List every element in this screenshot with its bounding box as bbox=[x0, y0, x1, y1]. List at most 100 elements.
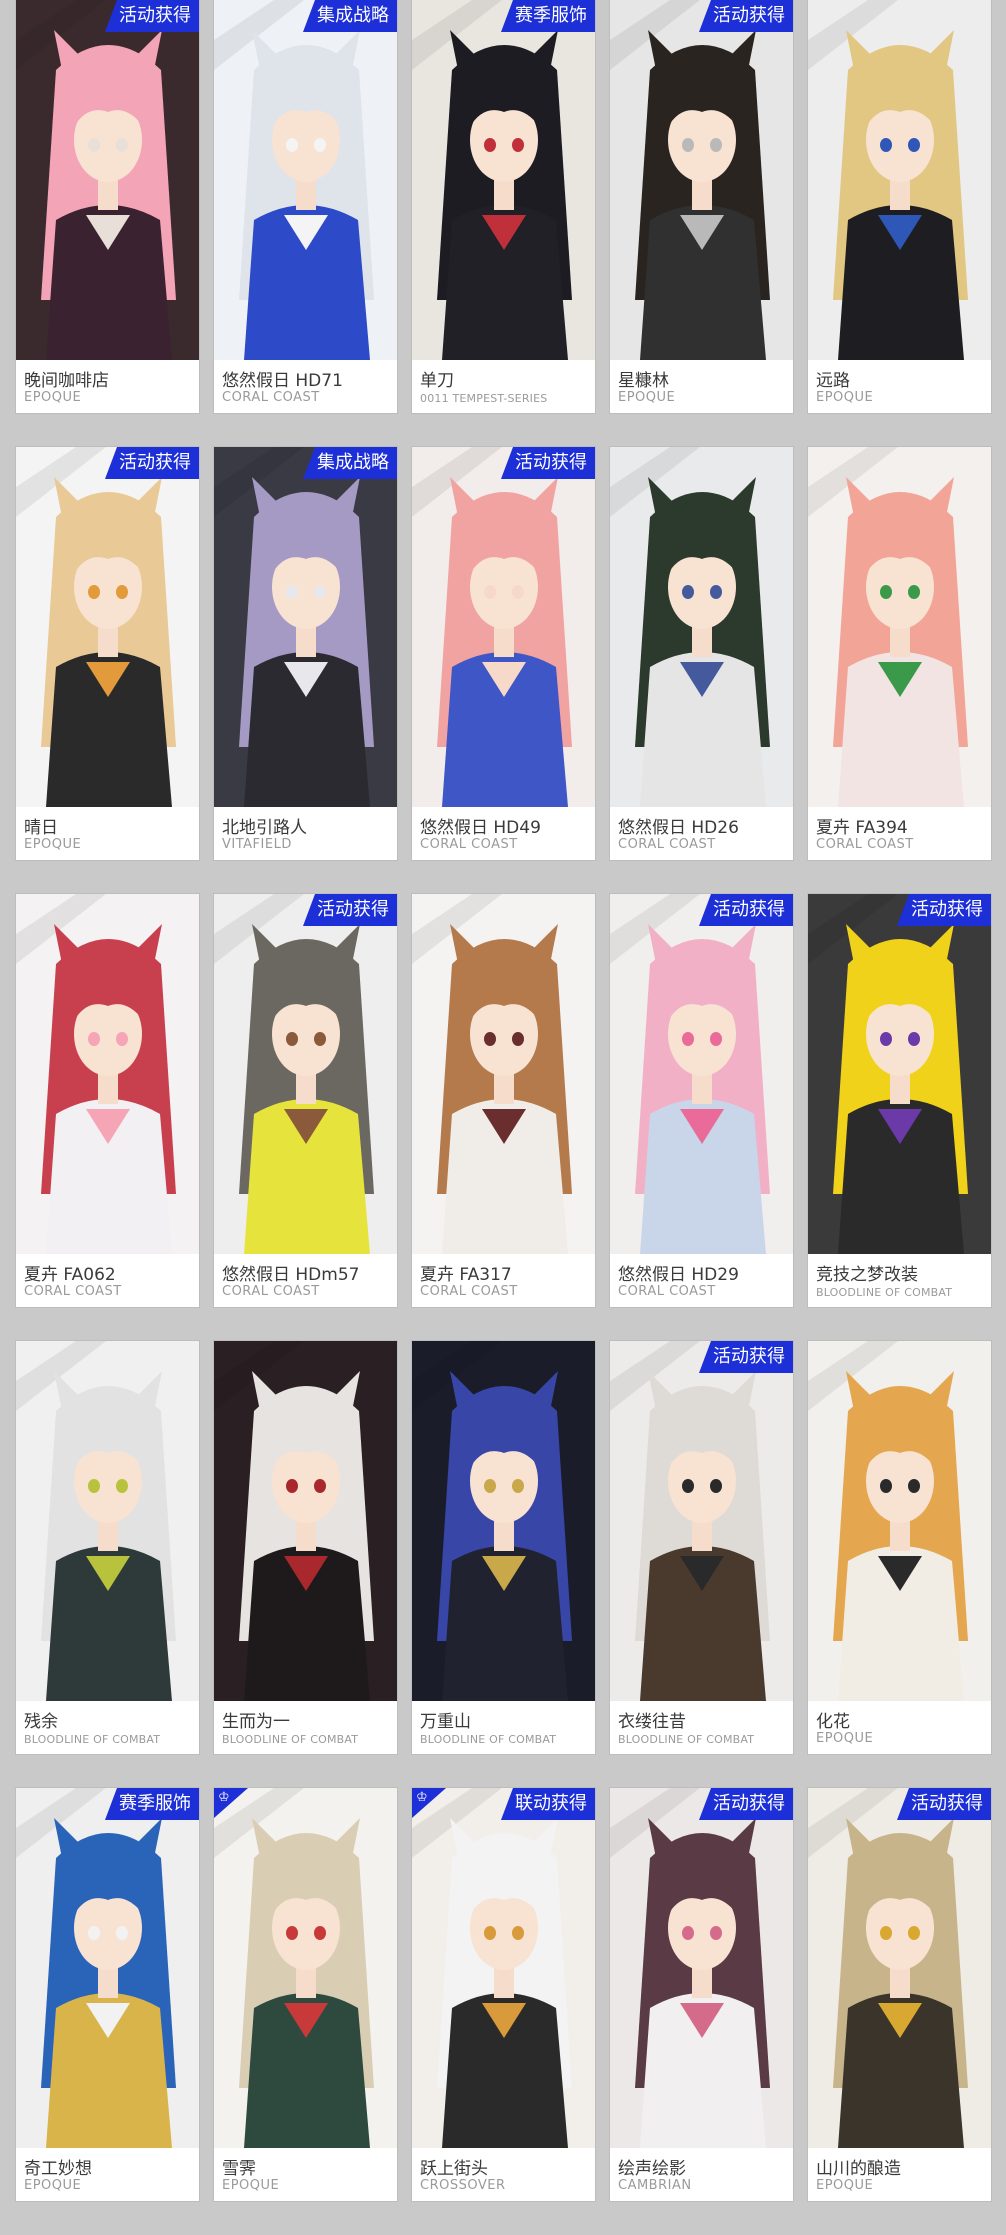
source-badge: 活动获得 bbox=[699, 894, 793, 926]
skin-name: 万重山 bbox=[420, 1712, 471, 1732]
skin-brand: EPOQUE bbox=[816, 1731, 874, 1746]
skin-card[interactable]: 夏卉 FA062 CORAL COAST bbox=[16, 894, 199, 1307]
skin-card[interactable]: 赛季服饰 单刀 0011 TEMPEST-SERIES bbox=[412, 0, 595, 413]
skin-card[interactable]: 集成战略 北地引路人 VITAFIELD bbox=[214, 447, 397, 860]
skin-brand: CAMBRIAN bbox=[618, 2178, 692, 2193]
skin-name: 夏卉 FA394 bbox=[816, 818, 908, 838]
skin-name: 星糠林 bbox=[618, 371, 669, 391]
skin-artwork bbox=[16, 1788, 199, 2148]
character-illustration bbox=[808, 0, 991, 360]
skin-artwork bbox=[16, 0, 199, 360]
character-illustration bbox=[412, 894, 595, 1254]
skin-name: 夏卉 FA317 bbox=[420, 1265, 512, 1285]
skin-brand: BLOODLINE OF COMBAT bbox=[618, 1733, 755, 1746]
skin-card[interactable]: 化花 EPOQUE bbox=[808, 1341, 991, 1754]
skin-grid: 活动获得 晚间咖啡店 EPOQUE 集成战略 悠然假日 HD71 CORAL COAST 赛… bbox=[16, 0, 991, 2201]
skin-card[interactable]: 活动获得 晴日 EPOQUE bbox=[16, 447, 199, 860]
skin-artwork bbox=[610, 1341, 793, 1701]
skin-card[interactable]: 活动获得绘声绘影 CAMBRIAN bbox=[610, 1788, 793, 2201]
skin-card[interactable]: 远路 EPOQUE bbox=[808, 0, 991, 413]
character-illustration bbox=[610, 1788, 793, 2148]
skin-artwork bbox=[412, 894, 595, 1254]
skin-name: 悠然假日 HDm57 bbox=[222, 1265, 360, 1285]
skin-card[interactable]: 赛季服饰 奇工妙想 EPOQUE bbox=[16, 1788, 199, 2201]
skin-brand: EPOQUE bbox=[24, 837, 82, 852]
skin-card[interactable]: 残余 BLOODLINE OF COMBAT bbox=[16, 1341, 199, 1754]
skin-brand: VITAFIELD bbox=[222, 837, 292, 852]
skin-card[interactable]: 夏卉 FA317 CORAL COAST bbox=[412, 894, 595, 1307]
source-badge: 活动获得 bbox=[699, 0, 793, 32]
skin-card[interactable]: 活动获得星糠林 EPOQUE bbox=[610, 0, 793, 413]
skin-name: 雪霁 bbox=[222, 2159, 256, 2179]
skin-card[interactable]: 集成战略 悠然假日 HD71 CORAL COAST bbox=[214, 0, 397, 413]
skin-brand: EPOQUE bbox=[222, 2178, 280, 2193]
skin-name: 夏卉 FA062 bbox=[24, 1265, 116, 1285]
skin-artwork bbox=[808, 1788, 991, 2148]
character-illustration bbox=[214, 1788, 397, 2148]
source-badge: 活动获得 bbox=[699, 1341, 793, 1373]
character-illustration bbox=[214, 894, 397, 1254]
skin-card[interactable]: 活动获得 悠然假日 HD49 CORAL COAST bbox=[412, 447, 595, 860]
character-illustration bbox=[808, 1341, 991, 1701]
character-illustration bbox=[610, 1341, 793, 1701]
character-illustration bbox=[412, 1788, 595, 2148]
character-illustration bbox=[16, 0, 199, 360]
source-badge: 集成战略 bbox=[303, 447, 397, 479]
skin-card[interactable]: 万重山 BLOODLINE OF COMBAT bbox=[412, 1341, 595, 1754]
skin-artwork bbox=[214, 1341, 397, 1701]
skin-card[interactable]: 活动获得 晚间咖啡店 EPOQUE bbox=[16, 0, 199, 413]
source-badge: 赛季服饰 bbox=[105, 1788, 199, 1820]
source-badge: 赛季服饰 bbox=[501, 0, 595, 32]
skin-card[interactable]: 活动获得 山川的酿造 EPOQUE bbox=[808, 1788, 991, 2201]
crown-icon: ♔ bbox=[218, 1790, 230, 1805]
skin-artwork bbox=[610, 447, 793, 807]
skin-name: 绘声绘影 bbox=[618, 2159, 686, 2179]
skin-brand: CORAL COAST bbox=[222, 1284, 320, 1299]
skin-brand: CORAL COAST bbox=[618, 837, 716, 852]
source-badge: 联动获得 bbox=[501, 1788, 595, 1820]
skin-brand: BLOODLINE OF COMBAT bbox=[222, 1733, 359, 1746]
skin-brand: EPOQUE bbox=[816, 2178, 874, 2193]
skin-card[interactable]: 活动获得 衣缕往昔 BLOODLINE OF COMBAT bbox=[610, 1341, 793, 1754]
skin-artwork bbox=[412, 447, 595, 807]
skin-name: 残余 bbox=[24, 1712, 58, 1732]
skin-card[interactable]: 活动获得 悠然假日 HD29 CORAL COAST bbox=[610, 894, 793, 1307]
character-illustration bbox=[16, 894, 199, 1254]
skin-artwork bbox=[412, 1341, 595, 1701]
character-illustration bbox=[214, 447, 397, 807]
skin-brand: CROSSOVER bbox=[420, 2178, 506, 2193]
skin-card[interactable]: 活动获得 竞技之梦改装 BLOODLINE OF COMBAT bbox=[808, 894, 991, 1307]
character-illustration bbox=[610, 447, 793, 807]
skin-artwork bbox=[214, 0, 397, 360]
skin-card[interactable]: ♔ 雪霁 EPOQUE bbox=[214, 1788, 397, 2201]
skin-artwork bbox=[214, 447, 397, 807]
skin-brand: CORAL COAST bbox=[420, 837, 518, 852]
skin-brand: CORAL COAST bbox=[816, 837, 914, 852]
skin-artwork bbox=[610, 1788, 793, 2148]
skin-name: 悠然假日 HD26 bbox=[618, 818, 739, 838]
skin-name: 晴日 bbox=[24, 818, 58, 838]
skin-name: 生而为一 bbox=[222, 1712, 290, 1732]
skin-brand: CORAL COAST bbox=[222, 390, 320, 405]
skin-name: 跃上街头 bbox=[420, 2159, 488, 2179]
character-illustration bbox=[808, 1788, 991, 2148]
source-badge: 活动获得 bbox=[699, 1788, 793, 1820]
skin-card[interactable]: 悠然假日 HD26 CORAL COAST bbox=[610, 447, 793, 860]
skin-card[interactable]: 夏卉 FA394 CORAL COAST bbox=[808, 447, 991, 860]
skin-card[interactable]: ♔ 联动获得 跃上街头 CROSSOVER bbox=[412, 1788, 595, 2201]
skin-artwork bbox=[214, 894, 397, 1254]
skin-card[interactable]: 活动获得 悠然假日 HDm57 CORAL COAST bbox=[214, 894, 397, 1307]
skin-brand: CORAL COAST bbox=[24, 1284, 122, 1299]
skin-name: 化花 bbox=[816, 1712, 850, 1732]
character-illustration bbox=[412, 447, 595, 807]
skin-brand: 0011 TEMPEST-SERIES bbox=[420, 392, 548, 405]
skin-brand: BLOODLINE OF COMBAT bbox=[420, 1733, 557, 1746]
skin-artwork bbox=[808, 447, 991, 807]
skin-card[interactable]: 生而为一 BLOODLINE OF COMBAT bbox=[214, 1341, 397, 1754]
character-illustration bbox=[412, 1341, 595, 1701]
skin-brand: EPOQUE bbox=[816, 390, 874, 405]
source-badge: 活动获得 bbox=[897, 894, 991, 926]
skin-brand: CORAL COAST bbox=[420, 1284, 518, 1299]
skin-name: 远路 bbox=[816, 371, 850, 391]
skin-brand: EPOQUE bbox=[618, 390, 676, 405]
